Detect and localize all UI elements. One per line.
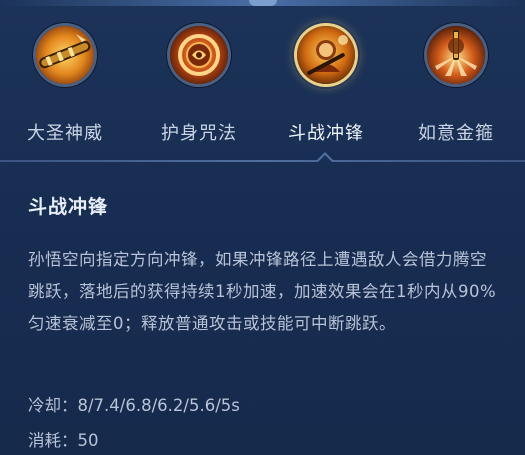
skill-name: 护身咒法 bbox=[161, 123, 237, 144]
staff-smash-icon bbox=[427, 26, 485, 84]
spinning-ring-icon bbox=[170, 26, 228, 84]
golden-staff-icon bbox=[36, 26, 94, 84]
skill-detail-title: 斗战冲锋 bbox=[28, 196, 109, 218]
skill-name: 如意金箍 bbox=[418, 123, 494, 144]
skill-name: 斗战冲锋 bbox=[288, 123, 364, 144]
top-notch bbox=[249, 0, 277, 6]
skill-cost: 消耗：50 bbox=[28, 431, 99, 450]
section-divider bbox=[0, 160, 525, 162]
skill-name: 大圣神威 bbox=[27, 123, 103, 144]
skill-tab-4[interactable]: 如意金箍 bbox=[406, 26, 506, 146]
skill-detail-description: 孙悟空向指定方向冲锋，如果冲锋路径上遭遇敌人会借力腾空跳跃，落地后的获得持续1秒… bbox=[28, 250, 497, 333]
selected-pointer bbox=[316, 152, 334, 162]
monkey-king-charge-icon bbox=[297, 26, 355, 84]
skill-cooldown: 冷却：8/7.4/6.8/6.2/5.6/5s bbox=[28, 396, 240, 415]
skill-info-panel: 大圣神威 护身咒法 斗战冲锋 如意金箍 斗战冲锋 孙悟空向指定方向冲锋，如果冲锋… bbox=[0, 0, 525, 455]
skill-tab-2[interactable]: 护身咒法 bbox=[149, 26, 249, 146]
skill-tab-1[interactable]: 大圣神威 bbox=[15, 26, 115, 146]
skill-tab-3-selected[interactable]: 斗战冲锋 bbox=[276, 26, 376, 146]
